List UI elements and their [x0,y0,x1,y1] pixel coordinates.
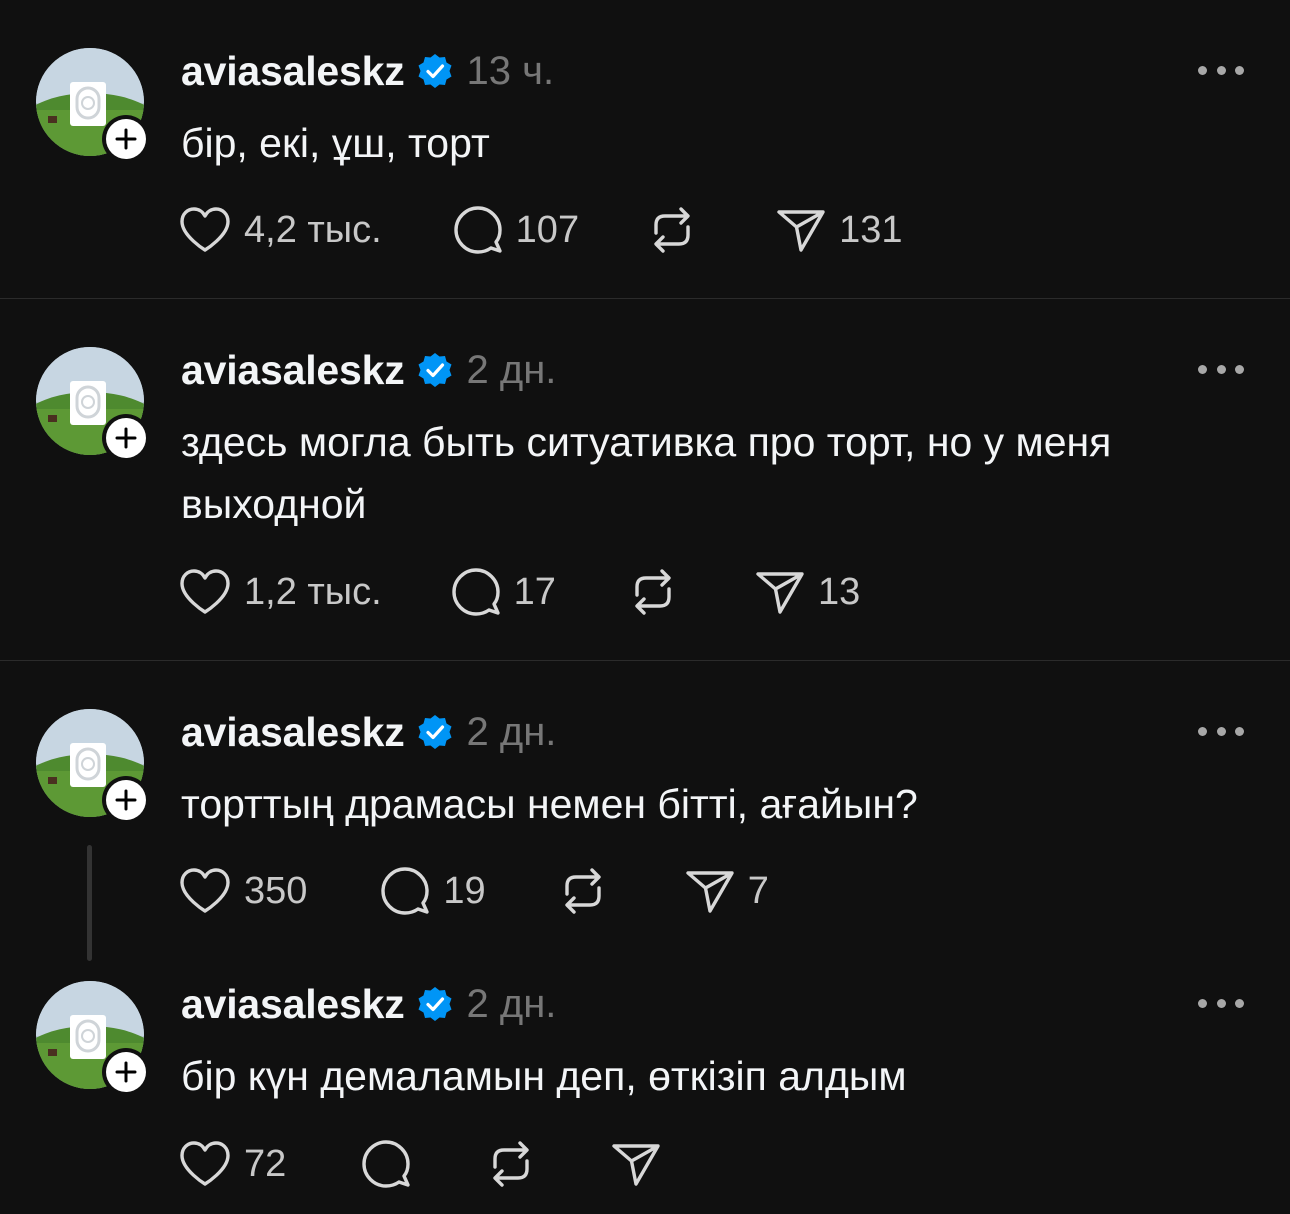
plus-icon [115,789,137,811]
comment-icon [362,1140,410,1188]
share-button[interactable] [610,1138,674,1190]
more-horizontal-icon[interactable] [1198,58,1244,82]
repost-button[interactable] [558,865,608,917]
repost-button[interactable] [647,204,697,256]
comment-count: 17 [513,570,556,613]
repost-icon [654,207,690,253]
like-button[interactable]: 350 [178,865,307,917]
post-actions: 4,2 тыс. 107 131 [178,204,902,256]
post-time: 13 ч. [466,48,555,93]
repost-button[interactable] [628,566,678,618]
share-button[interactable]: 7 [684,865,769,917]
repost-icon [564,868,601,914]
username[interactable]: aviasaleskz [181,347,405,394]
post-text: торттың драмасы немен бітті, ағайын? [181,781,918,827]
thread-post: aviasaleskz 13 ч. бір, екі, ұш, торт 4,2… [0,0,1290,298]
heart-icon [180,1141,230,1186]
like-count: 72 [244,1142,287,1185]
like-count: 350 [244,869,308,912]
share-count: 7 [747,869,769,912]
repost-button[interactable] [486,1138,536,1190]
post-time: 2 дн. [466,347,557,392]
username[interactable]: aviasaleskz [181,48,405,95]
follow-button[interactable] [102,776,150,824]
share-count: 13 [817,570,861,613]
follow-button[interactable] [102,414,150,462]
comment-icon [453,206,502,254]
avatar-container[interactable] [36,48,150,163]
repost-icon [493,1141,529,1187]
post-text: бір күн демаламын деп, өткізіп алдым [181,1053,907,1099]
send-icon [612,1144,660,1186]
plus-icon [115,1061,137,1083]
comment-button[interactable]: 19 [379,865,486,917]
username[interactable]: aviasaleskz [181,709,405,756]
plus-icon [115,128,137,150]
comment-icon [451,568,500,616]
threads-feed: aviasaleskz 13 ч. бір, екі, ұш, торт 4,2… [0,0,1290,1214]
share-button[interactable]: 13 [754,566,860,618]
send-icon [777,210,825,252]
comment-icon [381,867,430,915]
avatar-container[interactable] [36,981,150,1096]
avatar-container[interactable] [36,347,150,462]
post-header: aviasaleskz 13 ч. [181,46,554,96]
avatar-container[interactable] [36,709,150,824]
thread-post: aviasaleskz 2 дн. здесь могла быть ситуа… [0,299,1290,660]
plus-icon [115,427,137,449]
send-icon [685,871,734,913]
share-button[interactable]: 131 [775,204,902,256]
post-text: здесь могла быть ситуативка про торт, но… [181,419,1112,527]
comment-count: 107 [515,208,580,251]
like-count: 1,2 тыс. [244,570,382,613]
like-count: 4,2 тыс. [244,208,382,251]
more-horizontal-icon[interactable] [1198,991,1244,1015]
follow-button[interactable] [102,115,150,163]
verified-badge-icon [417,53,453,89]
like-button[interactable]: 72 [178,1138,286,1190]
repost-icon [635,569,671,615]
follow-button[interactable] [102,1048,150,1096]
like-button[interactable]: 1,2 тыс. [178,566,382,618]
share-count: 131 [839,208,903,251]
post-text: бір, екі, ұш, торт [181,120,490,166]
comment-count: 19 [443,869,486,912]
verified-badge-icon [417,986,453,1022]
post-header: aviasaleskz 2 дн. [181,707,556,757]
post-header: aviasaleskz 2 дн. [181,979,556,1029]
heart-icon [180,868,230,913]
comment-button[interactable]: 107 [452,204,579,256]
post-header: aviasaleskz 2 дн. [181,345,556,395]
more-horizontal-icon[interactable] [1198,357,1244,381]
verified-badge-icon [417,714,453,750]
post-actions: 350 19 7 [178,865,769,917]
more-horizontal-icon[interactable] [1198,719,1244,743]
heart-icon [180,569,230,614]
post-time: 2 дн. [466,709,557,754]
username[interactable]: aviasaleskz [181,981,405,1028]
post-actions: 72 [178,1138,674,1190]
thread-post: aviasaleskz 2 дн. бір күн демаламын деп,… [0,933,1290,1214]
comment-button[interactable] [360,1138,424,1190]
comment-button[interactable]: 17 [450,566,556,618]
verified-badge-icon [417,352,453,388]
send-icon [756,572,804,614]
post-time: 2 дн. [466,981,557,1026]
post-actions: 1,2 тыс. 17 13 [178,566,860,618]
thread-post: aviasaleskz 2 дн. торттың драмасы немен … [0,661,1290,961]
heart-icon [180,207,230,252]
like-button[interactable]: 4,2 тыс. [178,204,382,256]
